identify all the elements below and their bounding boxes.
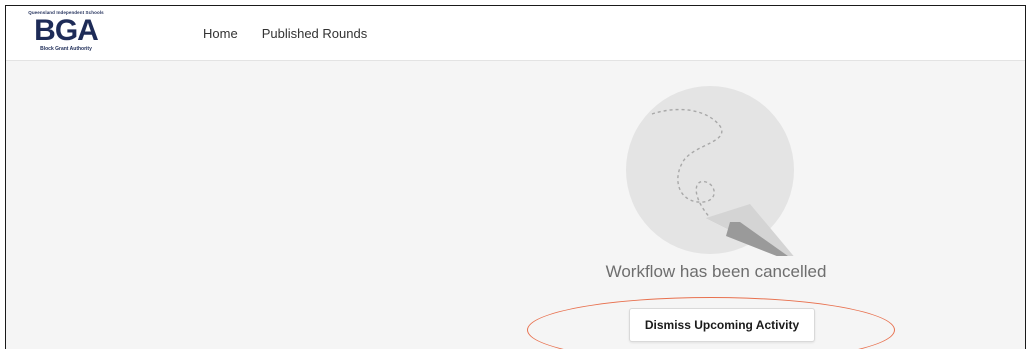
bga-logo[interactable]: Queensland Independent Schools BGA Block… [24, 10, 108, 56]
nav-published-rounds-link[interactable]: Published Rounds [262, 26, 368, 41]
logo-main-text: BGA [34, 14, 99, 47]
dismiss-upcoming-activity-button[interactable]: Dismiss Upcoming Activity [629, 308, 815, 342]
workflow-status-message: Workflow has been cancelled [605, 262, 827, 281]
top-navbar: Queensland Independent Schools BGA Block… [6, 6, 1025, 61]
nav-links: Home Published Rounds [203, 6, 367, 61]
main-content: Workflow has been cancelled Dismiss Upco… [6, 62, 1025, 349]
nav-home-link[interactable]: Home [203, 26, 238, 41]
paper-plane-icon [626, 86, 794, 256]
logo-bottom-text: Block Grant Authority [40, 46, 92, 52]
app-window: Queensland Independent Schools BGA Block… [5, 5, 1026, 349]
